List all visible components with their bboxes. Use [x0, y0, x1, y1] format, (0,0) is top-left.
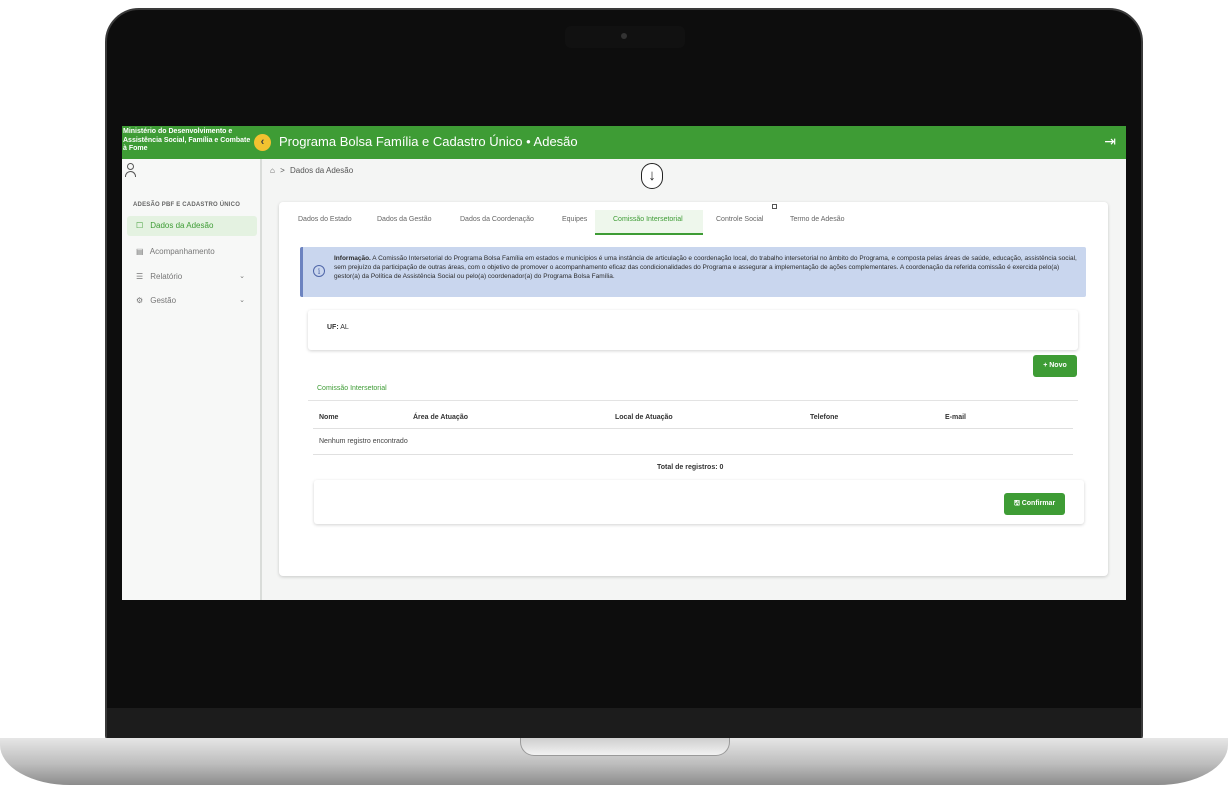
sidebar-heading: ADESÃO PBF E CADASTRO ÚNICO	[133, 202, 241, 208]
sidebar-item-relatorio[interactable]: ☰ Relatório ⌄	[127, 267, 257, 287]
sidebar-item-label: Relatório	[150, 272, 183, 281]
down-arrow-icon: ↓	[641, 163, 663, 189]
sidebar-item-acompanhamento[interactable]: ▤ Acompanhamento	[127, 242, 257, 262]
column-header-area[interactable]: Área de Atuação	[413, 414, 468, 421]
column-header-telefone[interactable]: Telefone	[810, 414, 838, 421]
laptop-opening-notch	[520, 738, 730, 756]
menu-icon: ☰	[136, 272, 144, 281]
app-title: Programa Bolsa Família e Cadastro Único …	[279, 134, 578, 149]
logout-icon[interactable]: ⇥	[1104, 133, 1116, 150]
list-icon: ▤	[136, 247, 144, 256]
square-icon	[772, 204, 777, 209]
confirm-panel: 🖫 Confirmar	[314, 480, 1084, 524]
ministry-logo-text: Ministério do Desenvolvimento e Assistên…	[123, 128, 251, 152]
chevron-down-icon: ⌄	[239, 273, 245, 280]
breadcrumb: ⌂ > Dados da Adesão	[270, 166, 353, 175]
info-icon: i	[313, 265, 325, 277]
collapse-sidebar-button[interactable]: ‹	[254, 134, 271, 151]
section-divider	[308, 400, 1078, 401]
active-tab-underline	[595, 233, 703, 235]
chevron-down-icon: ⌄	[239, 297, 245, 304]
gear-icon: ⚙	[136, 296, 144, 305]
breadcrumb-separator: >	[280, 166, 285, 175]
main-card: Dados do Estado Dados da Gestão Dados da…	[279, 202, 1108, 576]
novo-button[interactable]: + Novo	[1033, 355, 1077, 377]
sidebar-item-dados-da-adesao[interactable]: ☐ Dados da Adesão	[127, 216, 257, 236]
uf-label: UF:	[327, 324, 339, 331]
breadcrumb-current: Dados da Adesão	[289, 166, 354, 175]
column-header-local[interactable]: Local de Atuação	[615, 414, 673, 421]
info-text: Informação. A Comissão Intersetorial do …	[334, 254, 1080, 281]
user-icon-body	[125, 171, 136, 177]
info-bold: Informação.	[334, 255, 371, 262]
user-icon-head	[127, 163, 134, 170]
info-alert: i Informação. A Comissão Intersetorial d…	[300, 247, 1086, 297]
section-title: Comissão Intersetorial	[317, 385, 387, 392]
confirm-button[interactable]: 🖫 Confirmar	[1004, 493, 1065, 515]
tab-controle-social[interactable]: Controle Social	[716, 216, 763, 223]
uf-panel: UF: AL	[308, 310, 1078, 350]
sidebar-item-label: Acompanhamento	[149, 247, 215, 256]
document-icon: ☐	[136, 221, 144, 230]
uf-field: UF: AL	[327, 324, 349, 331]
tab-termo-de-adesao[interactable]: Termo de Adesão	[790, 216, 844, 223]
top-bar: Ministério do Desenvolvimento e Assistên…	[122, 126, 1126, 159]
app-screen: Ministério do Desenvolvimento e Assistên…	[122, 126, 1126, 600]
column-header-email[interactable]: E-mail	[945, 414, 966, 421]
sidebar-item-label: Dados da Adesão	[150, 221, 214, 230]
sidebar-item-gestao[interactable]: ⚙ Gestão ⌄	[127, 291, 257, 311]
info-body: A Comissão Intersetorial do Programa Bol…	[334, 255, 1077, 280]
tab-equipes[interactable]: Equipes	[562, 216, 587, 223]
laptop-hinge	[107, 708, 1141, 738]
uf-value: AL	[340, 324, 349, 331]
total-records: Total de registros: 0	[657, 464, 724, 471]
home-icon[interactable]: ⌂	[270, 166, 275, 175]
sidebar: ADESÃO PBF E CADASTRO ÚNICO ☐ Dados da A…	[122, 159, 262, 600]
tab-dados-do-estado[interactable]: Dados do Estado	[298, 216, 352, 223]
tab-comissao-intersetorial[interactable]: Comissão Intersetorial	[613, 216, 683, 223]
row-divider	[313, 454, 1073, 455]
user-icon[interactable]	[125, 163, 136, 177]
column-header-nome[interactable]: Nome	[319, 414, 338, 421]
tab-dados-da-coordenacao[interactable]: Dados da Coordenação	[460, 216, 534, 223]
tab-dados-da-gestao[interactable]: Dados da Gestão	[377, 216, 431, 223]
header-divider	[313, 428, 1073, 429]
camera-icon	[621, 33, 627, 39]
empty-message: Nenhum registro encontrado	[319, 438, 408, 445]
sidebar-item-label: Gestão	[150, 296, 177, 305]
